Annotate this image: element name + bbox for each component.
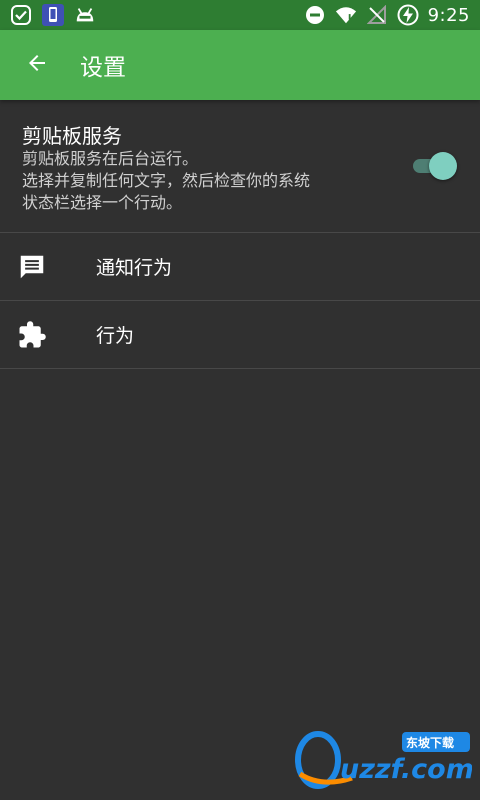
svg-text:东坡下载: 东坡下载 [406,735,454,750]
menu-item-behavior[interactable]: 行为 [0,301,480,369]
page-title: 设置 [80,55,126,81]
description-line: 剪贴板服务在后台运行。 [22,149,199,168]
clipboard-service-toggle[interactable] [411,152,457,180]
back-button[interactable] [15,43,59,87]
menu-item-notification-behavior[interactable]: 通知行为 [0,233,480,301]
app-bar: 设置 [0,30,480,100]
svg-text:uzzf.com: uzzf.com [340,754,472,785]
clipboard-service-setting[interactable]: 剪贴板服务 剪贴板服务在后台运行。 选择并复制任何文字，然后检查你的系统 状态栏… [0,100,480,233]
description-line: 选择并复制任何文字，然后检查你的系统 [22,171,311,190]
toggle-thumb [429,152,457,180]
description-line: 状态栏选择一个行动。 [22,193,183,212]
do-not-disturb-icon [304,4,326,26]
android-icon [74,4,96,26]
no-signal-icon [366,4,388,26]
uzzf-watermark-logo: 东坡下载 uzzf.com [292,728,474,790]
message-icon [17,252,47,282]
arrow-back-icon [25,51,49,79]
menu-item-label: 行为 [96,325,135,347]
phone-app-icon [42,4,64,26]
puzzle-icon [17,320,47,350]
check-circle-icon [10,4,32,26]
setting-title: 剪贴板服务 [22,124,122,148]
battery-charging-icon [397,4,419,26]
menu-item-label: 通知行为 [96,257,173,279]
clock-time: 9:25 [427,4,470,26]
wifi-icon [335,4,357,26]
status-bar: 9:25 [0,0,480,30]
setting-description: 剪贴板服务在后台运行。 选择并复制任何文字，然后检查你的系统 状态栏选择一个行动… [22,148,382,214]
